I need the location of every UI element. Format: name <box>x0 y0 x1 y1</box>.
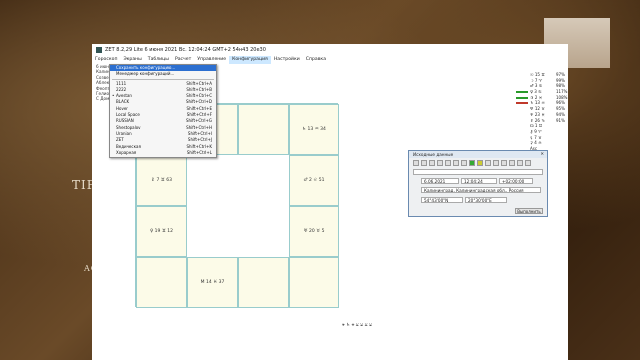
toolbar-icon[interactable] <box>453 160 459 166</box>
toolbar-icon[interactable] <box>517 160 523 166</box>
window-title: ZET 8.2,29 Lite 6 июня 2021 Вс. 12:04:24… <box>105 47 266 53</box>
dropdown-item-label: Менеджер конфигураций... <box>116 71 175 77</box>
planet-label: M 14 ♓ 37 <box>200 280 225 285</box>
input-data-dialog: Исходные данные ✕ 6.06.2021 12:04:24 +02… <box>408 150 548 217</box>
dropdown-item[interactable]: Хорарная Shift+Ctrl+L <box>110 150 216 156</box>
planet-label: ♄ 13 ♒ 34 <box>302 127 326 132</box>
toolbar-icon[interactable] <box>469 160 475 166</box>
strength-bar <box>516 102 528 105</box>
app-icon <box>96 46 102 53</box>
planet-label: ♅ 20 ♉ 5 <box>303 229 325 234</box>
dropdown-item[interactable]: Менеджер конфигураций... <box>110 71 216 77</box>
chart-cell: ♂ 2 ♌ 51 <box>289 155 339 206</box>
chart-cell: M 14 ♓ 37 <box>187 257 238 308</box>
place-field[interactable]: Калининград, Калининградская обл., Росси… <box>421 187 541 193</box>
menu-item[interactable]: Настройки <box>271 56 303 64</box>
dropdown-item-label: ZET <box>116 137 124 143</box>
chart-cell: ♄ 13 ♒ 34 <box>289 104 339 155</box>
dropdown-item-label: Uranian <box>116 130 132 136</box>
dropdown-item-label: Local Space <box>116 112 140 118</box>
menu-bar: Гороскоп Экраны Таблицы Расчет Управлени… <box>92 56 568 64</box>
dropdown-item-label: Shestopalov <box>116 124 141 130</box>
menu-item-configuration[interactable]: Конфигурация <box>229 56 271 64</box>
menu-item[interactable]: Управление <box>194 56 229 64</box>
execute-button[interactable]: Выполнить <box>515 208 543 214</box>
planet-label: ♀ 19 ♊ 12 <box>149 229 174 234</box>
chart-cell: ♇ 7 ♊ 63 <box>136 155 187 206</box>
latitude-field[interactable]: 54°43'00"N <box>421 197 463 203</box>
name-field[interactable] <box>413 169 543 175</box>
toolbar-icon[interactable] <box>485 160 491 166</box>
dropdown-item-label: BLACK <box>116 99 130 105</box>
menu-item[interactable]: Экраны <box>120 56 144 64</box>
dropdown-item-label: Hover <box>116 105 128 111</box>
menu-item[interactable]: Таблицы <box>145 56 172 64</box>
close-icon[interactable]: ✕ <box>540 151 544 156</box>
strength-bar <box>516 96 528 99</box>
window-titlebar: ZET 8.2,29 Lite 6 июня 2021 Вс. 12:04:24… <box>92 44 568 56</box>
strength-bar <box>516 91 528 94</box>
dropdown-item-shortcut: Shift+Ctrl+L <box>186 149 212 155</box>
chart-cell <box>238 257 289 308</box>
toolbar-icon[interactable] <box>413 160 419 166</box>
toolbar-icon[interactable] <box>445 160 451 166</box>
planet-label: ♇ 7 ♊ 63 <box>151 178 172 183</box>
dropdown-item-label: RUSSIAN <box>116 118 134 124</box>
chart-cell <box>289 257 339 308</box>
toolbar-icon[interactable] <box>461 160 467 166</box>
toolbar-icon[interactable] <box>501 160 507 166</box>
toolbar-icon[interactable] <box>421 160 427 166</box>
chart-cell <box>136 257 187 308</box>
planet-list: ☉ 15 ♊ 97% ☽ 7 ♈ 99% ♂ 3 ♋ 98% ♀ 3 ♋ 117% ♃ 2 ♓ 1… <box>516 72 588 152</box>
dropdown-item-label: 2222 <box>116 86 127 92</box>
toolbar-icon[interactable] <box>493 160 499 166</box>
chart-cell: ♅ 20 ♉ 5 <box>289 206 339 257</box>
toolbar-icon[interactable] <box>429 160 435 166</box>
menu-item[interactable]: Расчет <box>172 56 194 64</box>
configuration-dropdown: Сохранить конфигурацию... Менеджер конфиг… <box>109 64 217 158</box>
date-field[interactable]: 6.06.2021 <box>421 178 459 184</box>
dropdown-item-label: Ведическая <box>116 143 141 149</box>
menu-item[interactable]: Справка <box>303 56 329 64</box>
bottom-icon-row: ⚹ ♄ ⚹ ⚺ ⚺ ⚺ ⚺ <box>342 323 373 328</box>
longitude-field[interactable]: 20°30'00"E <box>465 197 507 203</box>
toolbar-icon[interactable] <box>437 160 443 166</box>
planet-label: ♂ 2 ♌ 51 <box>303 178 325 183</box>
time-field[interactable]: 12:04:24 <box>461 178 497 184</box>
toolbar-icon[interactable] <box>509 160 515 166</box>
dropdown-item-label: Avestan <box>116 93 132 99</box>
dropdown-item-label: Сохранить конфигурацию... <box>116 65 176 70</box>
toolbar-icon[interactable] <box>477 160 483 166</box>
dropdown-item-label: 1111 <box>116 80 127 86</box>
chart-cell: ♀ 19 ♊ 12 <box>136 206 187 257</box>
toolbar-icon[interactable] <box>525 160 531 166</box>
menu-item[interactable]: Гороскоп <box>92 56 120 64</box>
menu-separator <box>112 78 214 80</box>
chart-cell <box>238 104 289 155</box>
dialog-title: Исходные данные <box>409 151 547 158</box>
timezone-field[interactable]: +02:00:00 <box>499 178 533 184</box>
dropdown-item-label: Хорарная <box>116 149 137 155</box>
